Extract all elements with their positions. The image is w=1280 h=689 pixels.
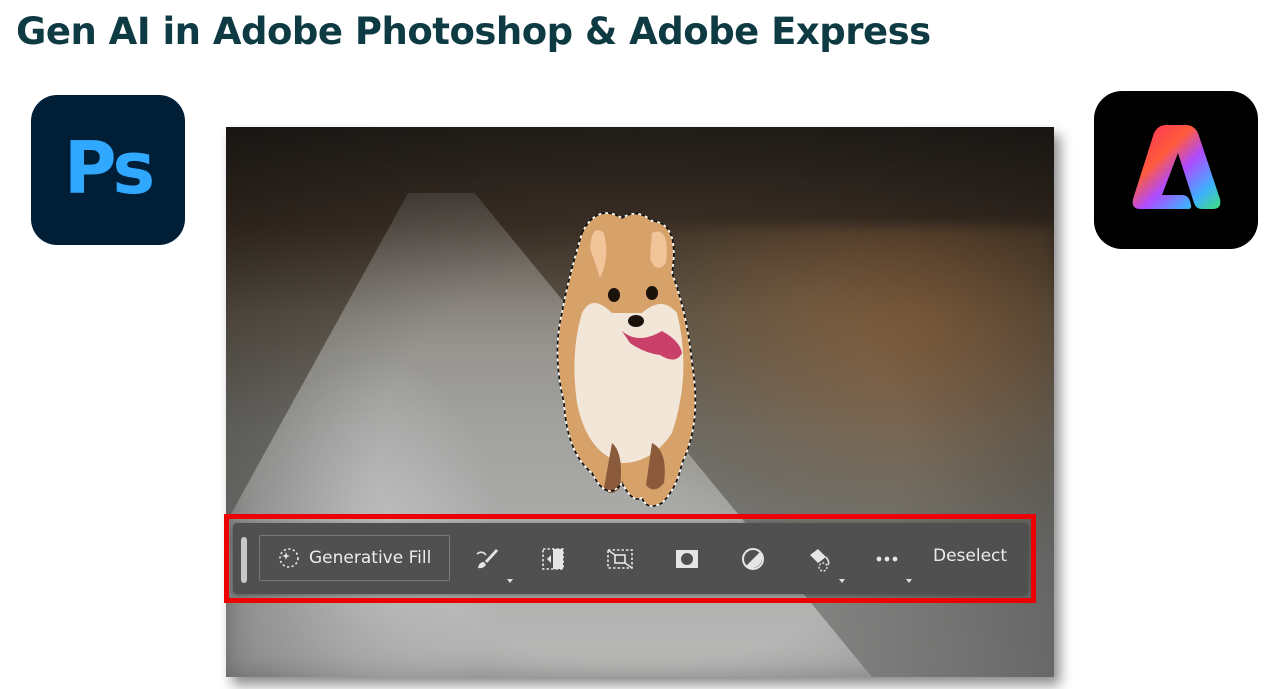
adobe-express-logo-icon <box>1132 125 1221 209</box>
select-inverse-icon <box>542 548 564 570</box>
fill-menu-caret[interactable] <box>839 579 845 583</box>
corgi-subject <box>556 212 697 507</box>
create-mask-button[interactable] <box>671 543 703 575</box>
brush-menu-caret[interactable] <box>507 579 513 583</box>
generative-fill-label: Generative Fill <box>309 548 432 568</box>
more-options-button[interactable] <box>871 543 903 575</box>
fill-icon <box>810 549 830 572</box>
more-menu-caret[interactable] <box>906 579 912 583</box>
select-inverse-button[interactable] <box>537 543 569 575</box>
generative-fill-button[interactable]: Generative Fill <box>259 535 450 581</box>
brush-button[interactable] <box>471 543 503 575</box>
generative-fill-icon <box>279 548 299 568</box>
brush-icon <box>476 549 498 569</box>
contextual-taskbar: Generative Fill Deselect <box>233 523 1028 594</box>
mask-icon <box>676 550 698 568</box>
adobe-express-logo <box>1094 91 1258 249</box>
transform-selection-icon <box>607 549 633 569</box>
deselect-button[interactable]: Deselect <box>933 546 1007 566</box>
more-icon <box>876 556 898 562</box>
adjustment-icon <box>742 548 764 570</box>
slide-title: Gen AI in Adobe Photoshop & Adobe Expres… <box>16 10 931 53</box>
photoshop-logo-text: Ps <box>63 126 155 210</box>
canvas-photo[interactable] <box>226 127 1054 677</box>
adjustment-layer-button[interactable] <box>737 543 769 575</box>
transform-selection-button[interactable] <box>604 543 636 575</box>
taskbar-drag-handle[interactable] <box>241 537 247 583</box>
photoshop-logo: Ps <box>31 95 185 245</box>
fill-selection-button[interactable] <box>804 543 836 575</box>
